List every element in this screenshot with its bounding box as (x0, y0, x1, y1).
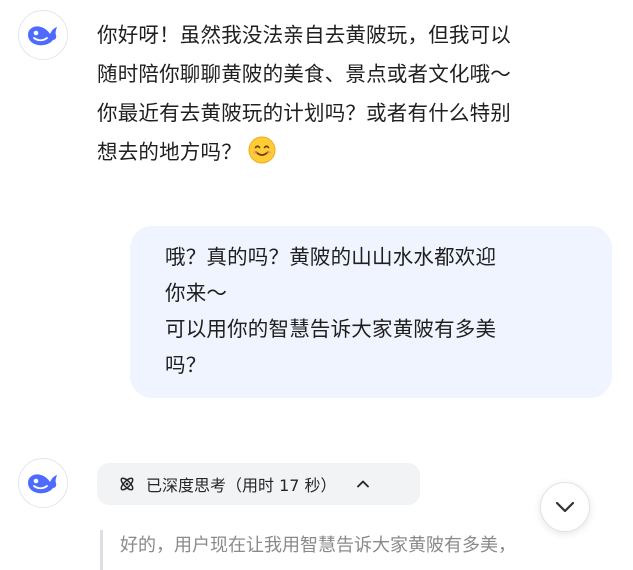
thinking-content: 好的，用户现在让我用智慧告诉大家黄陂有多美， (100, 530, 620, 570)
message-line: 你好呀！虽然我没法亲自去黄陂玩，但我可以 (97, 23, 511, 47)
chevron-up-icon (356, 480, 369, 488)
message-line-text: 想去的地方吗？ (97, 140, 242, 164)
message-line: 随时陪你聊聊黄陂的美食、景点或者文化哦～ (97, 62, 511, 86)
deep-thinking-toggle[interactable]: 已深度思考（用时 17 秒） (97, 463, 420, 505)
assistant-message: 你好呀！虽然我没法亲自去黄陂玩，但我可以 随时陪你聊聊黄陂的美食、景点或者文化哦… (97, 16, 612, 172)
scroll-to-bottom-button[interactable] (540, 482, 590, 532)
atom-icon (120, 477, 134, 491)
message-line: 你来～ (165, 281, 228, 305)
user-message-bubble: 哦？真的吗？黄陂的山山水水都欢迎 你来～ 可以用你的智慧告诉大家黄陂有多美 吗？ (130, 226, 612, 398)
message-line: 想去的地方吗？ (97, 133, 612, 172)
whale-logo-icon (28, 474, 57, 494)
message-line: 你最近有去黄陂玩的计划吗？或者有什么特别 (97, 101, 511, 125)
message-line: 可以用你的智慧告诉大家黄陂有多美 (165, 317, 497, 341)
message-line: 吗？ (165, 353, 207, 377)
assistant-avatar (18, 10, 68, 60)
chevron-down-icon (555, 501, 575, 513)
message-line: 哦？真的吗？黄陂的山山水水都欢迎 (165, 245, 497, 269)
assistant-avatar (18, 458, 68, 508)
smiling-face-emoji-icon (248, 136, 276, 164)
deep-thinking-label: 已深度思考（用时 17 秒） (146, 476, 337, 495)
whale-logo-icon (28, 26, 57, 46)
